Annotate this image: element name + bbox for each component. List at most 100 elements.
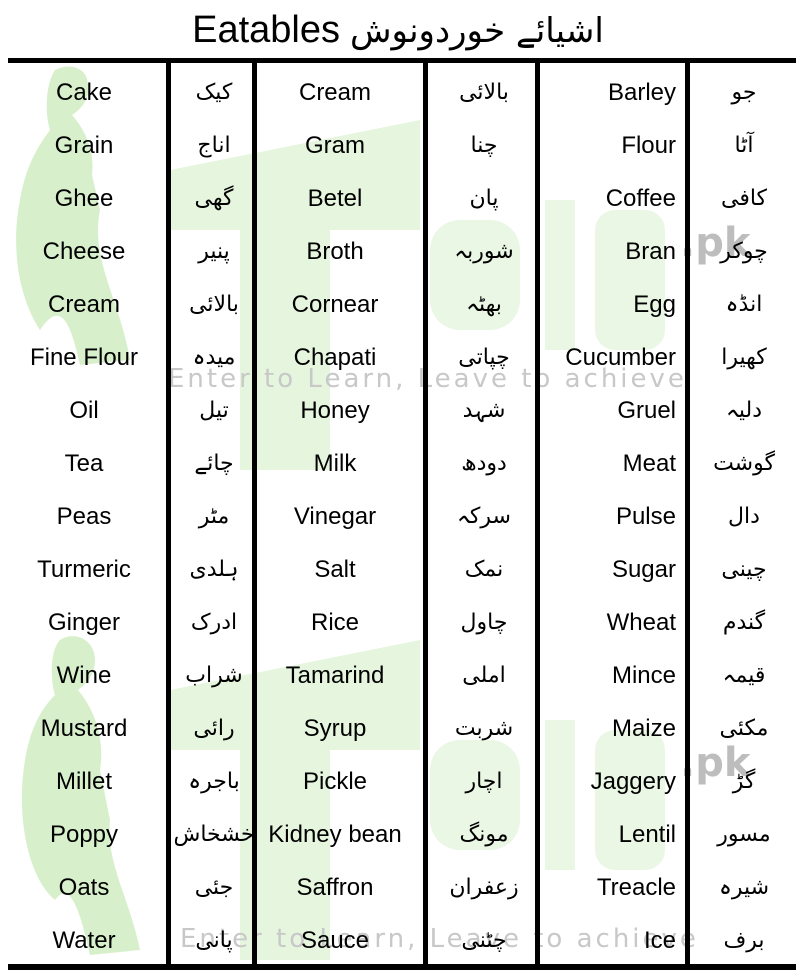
- table-row: Oats جئی Saffron زعفران Treacle شیرہ: [8, 861, 796, 914]
- english-word: Poppy: [49, 821, 119, 848]
- urdu-word: جئی: [194, 875, 234, 900]
- urdu-word: کھیرا: [721, 345, 767, 370]
- urdu-word: دال: [728, 504, 760, 529]
- urdu-word: چٹنی: [461, 928, 507, 953]
- urdu-word: رائی: [193, 716, 235, 741]
- urdu-word: پنیر: [198, 239, 230, 264]
- english-word: Cornear: [291, 291, 379, 318]
- table-row: Fine Flour میدہ Chapati چپاتی Cucumber کھیرا: [8, 331, 796, 384]
- urdu-word: چینی: [721, 557, 767, 582]
- urdu-word: اناج: [197, 133, 231, 158]
- english-word: Maize: [611, 715, 676, 742]
- english-word: Cheese: [42, 238, 126, 265]
- english-word: Oil: [69, 397, 99, 424]
- table-row: Turmeric ہلدی Salt نمک Sugar چینی: [8, 543, 796, 596]
- urdu-word: املی: [462, 663, 506, 688]
- english-word: Pickle: [302, 768, 368, 795]
- urdu-word: سرکہ: [457, 504, 511, 529]
- english-word: Flour: [621, 132, 676, 159]
- page-title: Eatables اشیائے خوردونوش: [0, 4, 796, 56]
- urdu-word: جو: [731, 80, 757, 105]
- urdu-word: شربت: [454, 716, 514, 741]
- english-word: Honey: [300, 397, 370, 424]
- urdu-word: گوشت: [713, 451, 775, 476]
- english-word: Lentil: [618, 821, 676, 848]
- urdu-word: مونگ: [459, 822, 509, 847]
- table-row: Poppy خشخاش Kidney bean مونگ Lentil مسور: [8, 808, 796, 861]
- table-row: Cream بالائی Cornear بھٹہ Egg انڈہ: [8, 278, 796, 331]
- english-word: Milk: [313, 450, 357, 477]
- english-word: Rice: [310, 609, 359, 636]
- table-row: Wine شراب Tamarind املی Mince قیمہ: [8, 649, 796, 702]
- urdu-word: چپاتی: [458, 345, 510, 370]
- table-row: Grain اناج Gram چنا Flour آٹا: [8, 119, 796, 172]
- urdu-word: باجرہ: [188, 769, 240, 794]
- table-row: Tea چائے Milk دودھ Meat گوشت: [8, 437, 796, 490]
- english-word: Cake: [55, 79, 113, 106]
- table-row: Oil تیل Honey شہد Gruel دلیہ: [8, 384, 796, 437]
- urdu-word: چائے: [194, 451, 234, 476]
- table-row: Water پانی Sauce چٹنی Ice برف: [8, 914, 796, 967]
- urdu-word: گڑ: [732, 769, 756, 794]
- english-word: Tamarind: [285, 662, 385, 689]
- english-word: Barley: [607, 79, 676, 106]
- urdu-word: قیمہ: [722, 663, 766, 688]
- english-word: Oats: [58, 874, 110, 901]
- english-word: Gruel: [617, 397, 676, 424]
- table-row: Cheese پنیر Broth شوربہ Bran چوکر: [8, 225, 796, 278]
- urdu-word: گھی: [194, 186, 234, 211]
- english-word: Ghee: [54, 185, 114, 212]
- english-word: Sugar: [611, 556, 676, 583]
- english-word: Gram: [305, 132, 365, 159]
- english-word: Cream: [47, 291, 120, 318]
- urdu-word: آٹا: [734, 133, 754, 158]
- english-word: Syrup: [303, 715, 367, 742]
- table-row: Millet باجرہ Pickle اچار Jaggery گڑ: [8, 755, 796, 808]
- table-row: Ginger ادرک Rice چاول Wheat گندم: [8, 596, 796, 649]
- urdu-word: زعفران: [449, 875, 519, 900]
- urdu-word: گندم: [722, 610, 766, 635]
- english-word: Water: [52, 927, 116, 954]
- english-word: Peas: [56, 503, 112, 530]
- english-word: Mustard: [40, 715, 128, 742]
- english-word: Cucumber: [565, 344, 676, 371]
- table-row: Peas مٹر Vinegar سرکہ Pulse دال: [8, 490, 796, 543]
- english-word: Vinegar: [293, 503, 377, 530]
- english-word: Chapati: [293, 344, 377, 371]
- english-word: Grain: [54, 132, 114, 159]
- english-word: Wine: [56, 662, 112, 689]
- urdu-word: پانی: [195, 928, 233, 953]
- english-word: Jaggery: [590, 768, 676, 795]
- title-english: Eatables: [192, 9, 341, 51]
- title-urdu: اشیائے خوردونوش: [350, 11, 604, 51]
- english-word: Turmeric: [37, 556, 131, 583]
- urdu-word: بالائی: [189, 292, 239, 317]
- english-word: Broth: [306, 238, 364, 265]
- urdu-word: ہلدی: [189, 557, 239, 582]
- table-row: Mustard رائی Syrup شربت Maize مکئی: [8, 702, 796, 755]
- english-word: Tea: [64, 450, 104, 477]
- urdu-word: چوکر: [720, 239, 768, 264]
- header-divider: [8, 58, 796, 63]
- english-word: Millet: [55, 768, 112, 795]
- urdu-word: پان: [469, 186, 499, 211]
- urdu-word: خشخاش: [173, 822, 255, 847]
- english-word: Sauce: [300, 927, 370, 954]
- english-word: Kidney bean: [268, 821, 402, 848]
- urdu-word: چاول: [460, 610, 508, 635]
- english-word: Salt: [314, 556, 356, 583]
- urdu-word: شوربہ: [454, 239, 514, 264]
- urdu-word: بالائی: [459, 80, 509, 105]
- urdu-word: چنا: [470, 133, 498, 158]
- english-word: Bran: [625, 238, 676, 265]
- english-word: Treacle: [596, 874, 676, 901]
- urdu-word: تیل: [199, 398, 229, 423]
- urdu-word: دلیہ: [725, 398, 763, 423]
- english-word: Meat: [622, 450, 676, 477]
- english-word: Ginger: [47, 609, 121, 636]
- urdu-word: ادرک: [190, 610, 238, 635]
- english-word: Mince: [611, 662, 676, 689]
- table-row: Ghee گھی Betel پان Coffee کافی: [8, 172, 796, 225]
- urdu-word: کافی: [720, 186, 768, 211]
- urdu-word: مکئی: [719, 716, 769, 741]
